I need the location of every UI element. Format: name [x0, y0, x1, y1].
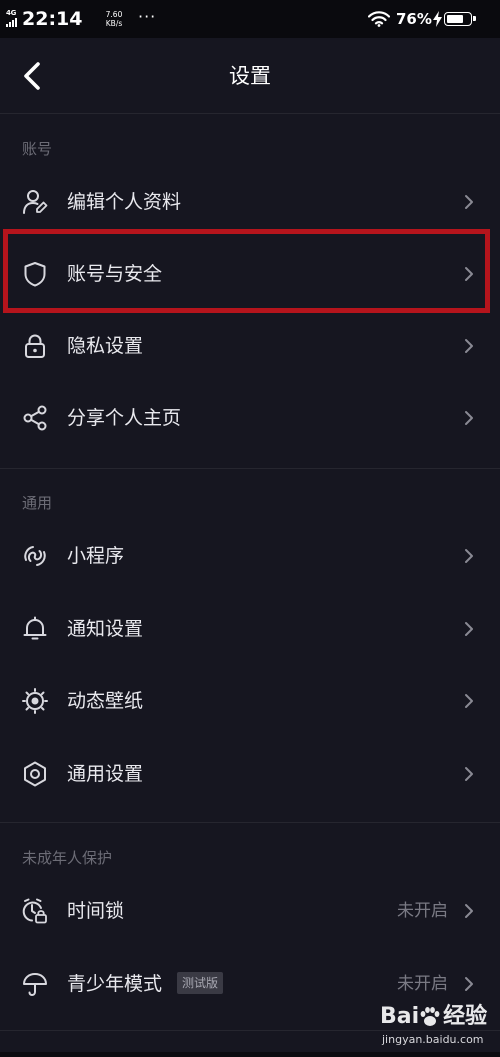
baidu-jingyan-watermark: Bai 经验 jingyan.baidu.com — [380, 1003, 492, 1053]
battery-icon — [444, 12, 476, 26]
divider — [0, 113, 500, 114]
battery-percent: 76% — [396, 10, 432, 28]
settings-item-mini-program[interactable]: 小程序 — [0, 522, 500, 590]
chevron-right-icon — [465, 195, 473, 209]
beta-badge: 测试版 — [177, 972, 224, 994]
page-title: 设置 — [229, 64, 271, 88]
settings-item-notifications[interactable]: 通知设置 — [0, 595, 500, 663]
edit-profile-icon — [23, 190, 48, 214]
chevron-right-icon — [465, 694, 473, 708]
settings-item-privacy[interactable]: 隐私设置 — [0, 312, 500, 380]
setting-status-value: 未开启 — [397, 901, 448, 921]
settings-item-label: 小程序 — [67, 545, 125, 567]
settings-item-label: 青少年模式 — [67, 973, 163, 995]
chevron-right-icon — [465, 767, 473, 781]
navigation-bar: 设置 — [0, 38, 500, 114]
setting-status-value: 未开启 — [397, 974, 448, 994]
charging-icon — [433, 11, 442, 27]
bell-icon — [23, 616, 47, 640]
settings-item-share-profile[interactable]: 分享个人主页 — [0, 384, 500, 452]
settings-item-label: 隐私设置 — [67, 335, 144, 357]
chevron-right-icon — [465, 339, 473, 353]
hexagon-settings-icon — [24, 761, 46, 787]
settings-item-label: 编辑个人资料 — [67, 191, 182, 213]
mini-program-icon — [24, 546, 46, 566]
settings-screen: 4G 22:14 7.60 KB/s ··· 76% 设置 账号 编辑个人资料 … — [0, 0, 500, 1057]
wifi-icon — [368, 11, 390, 27]
settings-item-label: 账号与安全 — [67, 263, 163, 285]
chevron-right-icon — [465, 549, 473, 563]
dynamic-wallpaper-icon — [22, 688, 48, 714]
settings-item-time-lock[interactable]: 时间锁 未开启 — [0, 877, 500, 945]
settings-item-label: 动态壁纸 — [67, 690, 144, 712]
divider — [0, 468, 500, 469]
umbrella-icon — [23, 973, 47, 997]
watermark-url: jingyan.baidu.com — [382, 1033, 484, 1046]
chevron-right-icon — [465, 904, 473, 918]
settings-item-label: 通知设置 — [67, 618, 144, 640]
chevron-right-icon — [465, 267, 473, 281]
settings-item-account-security[interactable]: 账号与安全 — [0, 240, 500, 308]
status-time: 22:14 — [22, 8, 83, 30]
section-header-minor-protection: 未成年人保护 — [22, 849, 113, 867]
section-header-account: 账号 — [22, 140, 53, 158]
settings-item-dynamic-wallpaper[interactable]: 动态壁纸 — [0, 667, 500, 735]
chevron-right-icon — [465, 622, 473, 636]
chevron-right-icon — [465, 411, 473, 425]
settings-item-general-settings[interactable]: 通用设置 — [0, 740, 500, 808]
chevron-right-icon — [465, 977, 473, 991]
network-speed: 7.60 KB/s — [105, 10, 123, 28]
more-notifications-icon: ··· — [138, 7, 157, 26]
lock-icon — [25, 334, 45, 358]
section-header-general: 通用 — [22, 494, 53, 512]
time-lock-icon — [22, 898, 47, 924]
shield-icon — [24, 262, 46, 287]
share-icon — [23, 405, 47, 431]
divider — [0, 822, 500, 823]
settings-item-label: 时间锁 — [67, 900, 125, 922]
settings-item-label: 通用设置 — [67, 763, 144, 785]
settings-item-edit-profile[interactable]: 编辑个人资料 — [0, 168, 500, 236]
settings-item-label: 分享个人主页 — [67, 407, 182, 429]
status-bar: 4G 22:14 7.60 KB/s ··· 76% — [0, 0, 500, 38]
signal-icon: 4G — [6, 9, 20, 27]
paw-icon — [420, 1007, 440, 1026]
bottom-edge — [0, 1052, 500, 1057]
